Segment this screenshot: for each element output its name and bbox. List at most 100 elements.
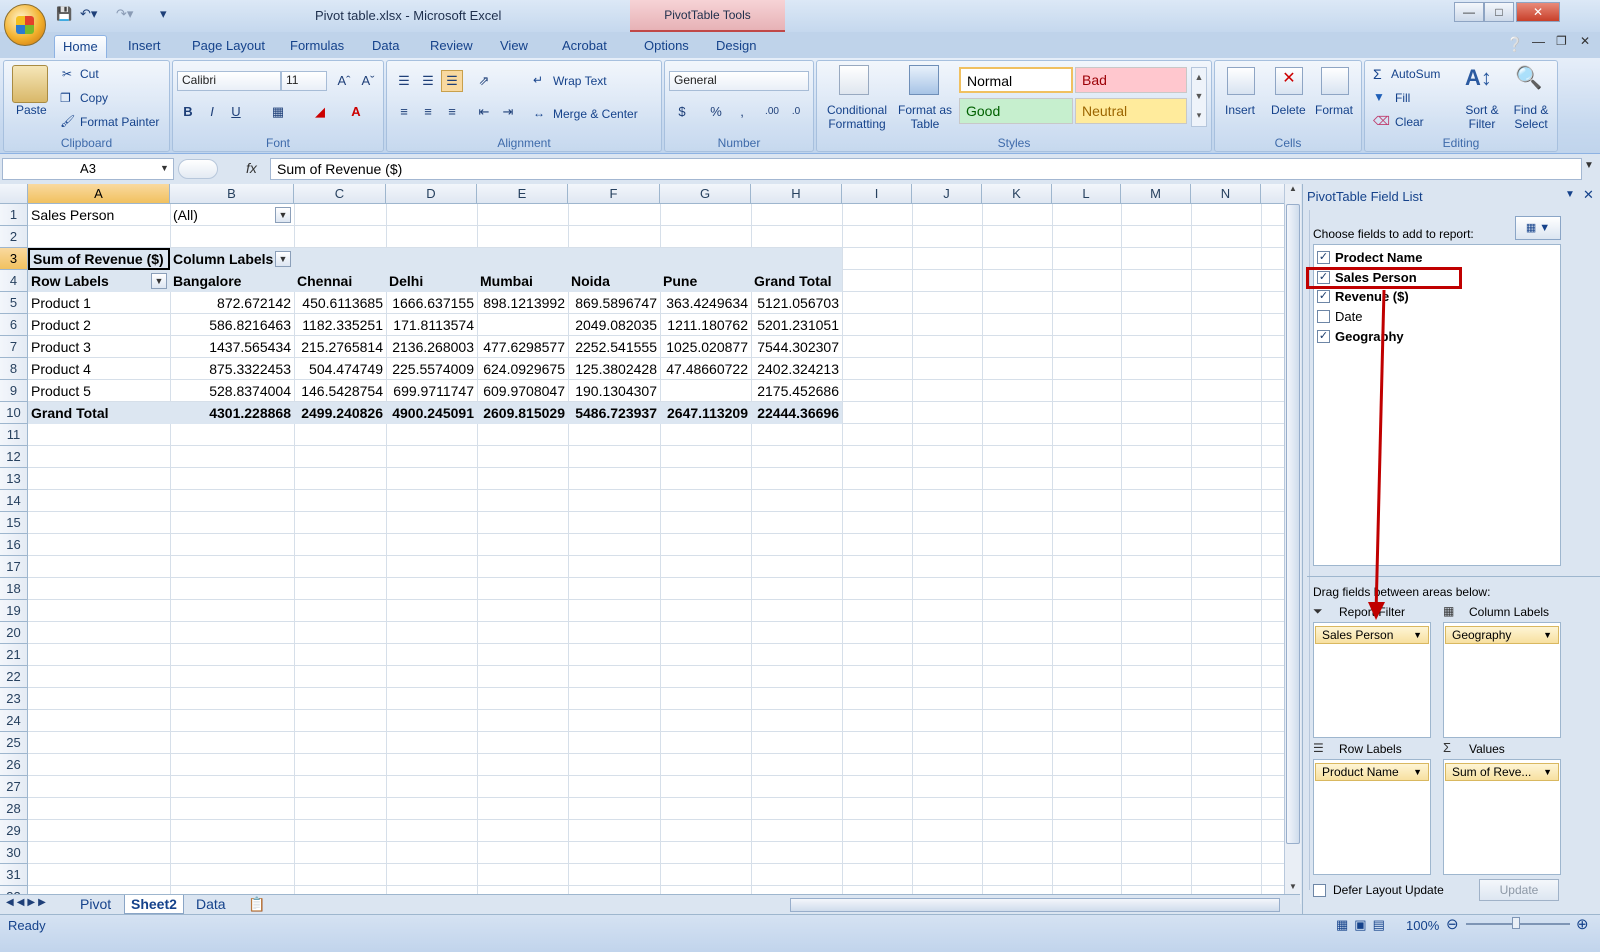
copy-icon[interactable]: ❐ (60, 91, 71, 105)
horizontal-scrollbar[interactable] (790, 898, 1280, 912)
style-good[interactable]: Good (959, 98, 1073, 124)
row-header[interactable]: 30 (0, 842, 28, 864)
pivot-value-cell[interactable]: 699.9711747 (386, 380, 477, 402)
pivot-filter-value[interactable]: (All) (170, 204, 201, 226)
merge-center-button[interactable]: Merge & Center (553, 107, 638, 121)
pivot-value-cell[interactable]: 872.672142 (170, 292, 294, 314)
shrink-font-icon[interactable]: Aˇ (357, 70, 379, 92)
wrap-text-icon[interactable]: ↵ (533, 73, 543, 87)
pivot-row-label[interactable]: Product 5 (28, 380, 94, 402)
pivot-value-cell[interactable]: 1211.180762 (660, 314, 751, 336)
style-bad[interactable]: Bad (1075, 67, 1187, 93)
view-buttons-icon[interactable]: ▦▣▤ (1336, 917, 1391, 933)
name-box-dropdown-icon[interactable]: ▼ (160, 163, 169, 173)
tab-insert[interactable]: Insert (120, 35, 169, 58)
pivot-filter-label[interactable]: Sales Person (28, 204, 117, 226)
find-select-button[interactable]: Find & Select (1507, 103, 1555, 131)
tab-formulas[interactable]: Formulas (282, 35, 352, 58)
customize-qat-icon[interactable]: ▾ (160, 6, 167, 26)
cut-button[interactable]: Cut (80, 67, 99, 81)
row-labels-dropdown-icon[interactable]: ▼ (151, 273, 167, 289)
bold-button[interactable]: B (177, 101, 199, 123)
pivot-value-cell[interactable]: 4900.245091 (386, 402, 477, 424)
paste-icon[interactable] (12, 65, 48, 103)
pivot-value-cell[interactable]: 7544.302307 (751, 336, 842, 358)
pill-dropdown-icon[interactable]: ▼ (1413, 628, 1422, 643)
formula-input[interactable]: Sum of Revenue ($) (270, 158, 1582, 180)
clear-icon[interactable]: ⌫ (1373, 114, 1390, 128)
pivot-value-cell[interactable] (477, 314, 568, 336)
pivot-value-cell[interactable]: 624.0929675 (477, 358, 568, 380)
row-header[interactable]: 14 (0, 490, 28, 512)
row-header[interactable]: 25 (0, 732, 28, 754)
pivot-value-cell[interactable]: 2049.082035 (568, 314, 660, 336)
col-header-l[interactable]: L (1052, 184, 1121, 204)
pivot-value-cell[interactable]: 22444.36696 (751, 402, 842, 424)
col-header-m[interactable]: M (1121, 184, 1191, 204)
merge-center-icon[interactable]: ↔ (533, 106, 545, 120)
decrease-decimal-icon[interactable]: .0 (785, 101, 807, 123)
fill-button[interactable]: Fill (1395, 91, 1410, 105)
row-header[interactable]: 22 (0, 666, 28, 688)
autosum-icon[interactable]: Σ (1373, 66, 1382, 82)
pivot-value-cell[interactable]: 2647.113209 (660, 402, 751, 424)
currency-button[interactable]: $ (671, 101, 693, 123)
name-box[interactable]: A3 (2, 158, 174, 180)
align-bottom-icon[interactable]: ☰ (441, 70, 463, 92)
vertical-scrollbar[interactable]: ▲ ▼ (1284, 184, 1301, 904)
pivot-value-cell[interactable]: 146.5428754 (294, 380, 386, 402)
pivot-value-cell[interactable]: 2499.240826 (294, 402, 386, 424)
paste-button[interactable]: Paste (16, 103, 47, 117)
maximize-button[interactable]: □ (1484, 2, 1514, 22)
row-header[interactable]: 28 (0, 798, 28, 820)
office-button[interactable] (4, 4, 46, 46)
workbook-close-icon[interactable]: ✕ (1580, 34, 1590, 48)
row-header[interactable]: 12 (0, 446, 28, 468)
align-middle-icon[interactable]: ☰ (417, 70, 439, 92)
autosum-button[interactable]: AutoSum (1391, 67, 1440, 81)
format-cells-button[interactable]: Format (1315, 103, 1353, 117)
format-painter-button[interactable]: Format Painter (80, 115, 159, 129)
tab-acrobat[interactable]: Acrobat (554, 35, 615, 58)
pill-dropdown-icon[interactable]: ▼ (1413, 765, 1422, 780)
clear-button[interactable]: Clear (1395, 115, 1424, 129)
expand-formula-bar-icon[interactable]: ▼ (1584, 160, 1594, 171)
row-header[interactable]: 27 (0, 776, 28, 798)
zoom-out-icon[interactable]: ⊖ (1446, 915, 1459, 933)
col-header-b[interactable]: B (170, 184, 294, 204)
row-header[interactable]: 31 (0, 864, 28, 886)
align-right-icon[interactable]: ≡ (441, 101, 463, 123)
row-header[interactable]: 20 (0, 622, 28, 644)
pivot-row-label[interactable]: Product 2 (28, 314, 94, 336)
fill-color-icon[interactable]: ◢ (309, 101, 331, 123)
row-header[interactable]: 17 (0, 556, 28, 578)
pivot-value-cell[interactable]: 869.5896747 (568, 292, 660, 314)
row-header[interactable]: 29 (0, 820, 28, 842)
formula-bar-handle-icon[interactable] (178, 159, 218, 179)
insert-cells-button[interactable]: Insert (1225, 103, 1255, 117)
pivot-value-cell[interactable]: 2252.541555 (568, 336, 660, 358)
col-header-c[interactable]: C (294, 184, 386, 204)
row-header[interactable]: 15 (0, 512, 28, 534)
pivot-value-cell[interactable] (660, 380, 751, 402)
minimize-button[interactable]: — (1454, 2, 1484, 22)
pivot-value-cell[interactable]: 190.1304307 (568, 380, 660, 402)
field-list-menu-icon[interactable]: ▼ (1565, 189, 1575, 200)
field-list-close-icon[interactable]: ✕ (1583, 187, 1594, 203)
format-as-table-icon[interactable] (909, 65, 939, 95)
pivot-value-cell[interactable]: 2175.452686 (751, 380, 842, 402)
values-pill[interactable]: Sum of Reve... ▼ (1445, 763, 1559, 781)
undo-icon[interactable]: ↶▾ (80, 6, 97, 26)
underline-button[interactable]: U (225, 101, 247, 123)
select-all-corner[interactable] (0, 184, 28, 204)
styles-scroll-icon[interactable]: ▲ ▼ ▾ (1191, 67, 1207, 127)
field-checkbox[interactable]: ✓ (1317, 251, 1330, 264)
format-as-table-button[interactable]: Format as Table (897, 103, 953, 131)
col-header-i[interactable]: I (842, 184, 912, 204)
pill-dropdown-icon[interactable]: ▼ (1543, 628, 1552, 643)
pivot-row-label[interactable]: Product 3 (28, 336, 94, 358)
row-header[interactable]: 2 (0, 226, 28, 248)
font-size-select[interactable]: 11 (281, 71, 327, 91)
decrease-indent-icon[interactable]: ⇤ (473, 101, 495, 123)
scroll-up-icon[interactable]: ▲ (1286, 184, 1300, 200)
